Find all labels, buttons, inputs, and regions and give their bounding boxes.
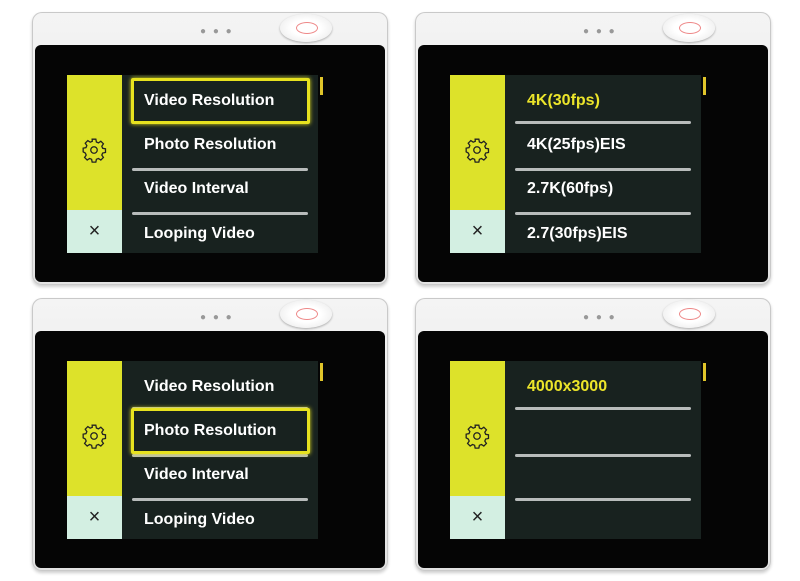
menu-item[interactable]: 4K(30fps) — [527, 91, 600, 111]
menu-item[interactable]: 2.7K(60fps) — [527, 179, 613, 199]
menu-divider — [515, 407, 691, 410]
camera: ● ● ● × 4000x3000 — [415, 298, 771, 571]
menu-divider — [132, 454, 308, 457]
indicator-dots: ● ● ● — [200, 26, 234, 37]
gear-icon — [82, 138, 107, 163]
menu-item[interactable]: Video Interval — [144, 465, 249, 485]
close-button[interactable]: × — [450, 496, 505, 539]
settings-tab[interactable] — [67, 75, 122, 210]
camera: ● ● ● × Video Resolution Photo Resolution… — [32, 12, 388, 285]
menu-divider — [515, 454, 691, 457]
gear-icon — [465, 424, 490, 449]
menu-divider — [515, 121, 691, 124]
menu-item[interactable]: Video Resolution — [144, 91, 274, 111]
menu-divider — [515, 212, 691, 215]
camera: ● ● ● × 4K(30fps) 4K(25fps)EIS 2.7K(60fps)… — [415, 12, 771, 285]
shutter-button[interactable] — [280, 300, 332, 328]
close-button[interactable]: × — [450, 210, 505, 253]
menu-item[interactable]: Looping Video — [144, 224, 255, 244]
menu-list: Video Resolution Photo Resolution Video In… — [122, 75, 318, 253]
camera-screen: × Video Resolution Photo Resolution Video … — [35, 45, 385, 282]
menu-divider — [132, 212, 308, 215]
menu-item[interactable]: 4K(25fps)EIS — [527, 135, 626, 155]
settings-tab[interactable] — [450, 75, 505, 210]
menu-list: 4K(30fps) 4K(25fps)EIS 2.7K(60fps) 2.7(30fp… — [505, 75, 701, 253]
scrollbar[interactable] — [703, 363, 706, 381]
menu-divider — [515, 168, 691, 171]
settings-tab[interactable] — [67, 361, 122, 496]
close-icon: × — [471, 220, 484, 242]
camera-screen: × 4K(30fps) 4K(25fps)EIS 2.7K(60fps) 2.7(30… — [418, 45, 768, 282]
menu-list: Video Resolution Photo Resolution Video In… — [122, 361, 318, 539]
gear-icon — [82, 424, 107, 449]
settings-sidebar: × — [67, 75, 122, 253]
close-icon: × — [471, 506, 484, 528]
settings-sidebar: × — [450, 75, 505, 253]
scrollbar[interactable] — [320, 77, 323, 95]
indicator-dots: ● ● ● — [200, 312, 234, 323]
close-button[interactable]: × — [67, 496, 122, 539]
menu-item[interactable]: Video Interval — [144, 179, 249, 199]
menu-item[interactable]: Photo Resolution — [144, 421, 276, 441]
settings-tab[interactable] — [450, 361, 505, 496]
camera-screen: × 4000x3000 — [418, 331, 768, 568]
settings-sidebar: × — [67, 361, 122, 539]
scrollbar[interactable] — [320, 363, 323, 381]
shutter-button[interactable] — [663, 300, 715, 328]
camera: ● ● ● × Video Resolution Photo Resolution… — [32, 298, 388, 571]
menu-divider — [515, 498, 691, 501]
menu-divider — [132, 168, 308, 171]
close-button[interactable]: × — [67, 210, 122, 253]
shutter-button[interactable] — [280, 14, 332, 42]
close-icon: × — [88, 220, 101, 242]
close-icon: × — [88, 506, 101, 528]
scrollbar[interactable] — [703, 77, 706, 95]
menu-item[interactable]: 4000x3000 — [527, 377, 607, 397]
menu-list: 4000x3000 — [505, 361, 701, 539]
camera-screen: × Video Resolution Photo Resolution Video … — [35, 331, 385, 568]
menu-item[interactable]: Video Resolution — [144, 377, 274, 397]
menu-divider — [132, 498, 308, 501]
menu-item[interactable]: 2.7(30fps)EIS — [527, 224, 627, 244]
gear-icon — [465, 138, 490, 163]
indicator-dots: ● ● ● — [583, 312, 617, 323]
menu-item[interactable]: Photo Resolution — [144, 135, 276, 155]
settings-sidebar: × — [450, 361, 505, 539]
shutter-button[interactable] — [663, 14, 715, 42]
menu-item[interactable]: Looping Video — [144, 510, 255, 530]
indicator-dots: ● ● ● — [583, 26, 617, 37]
